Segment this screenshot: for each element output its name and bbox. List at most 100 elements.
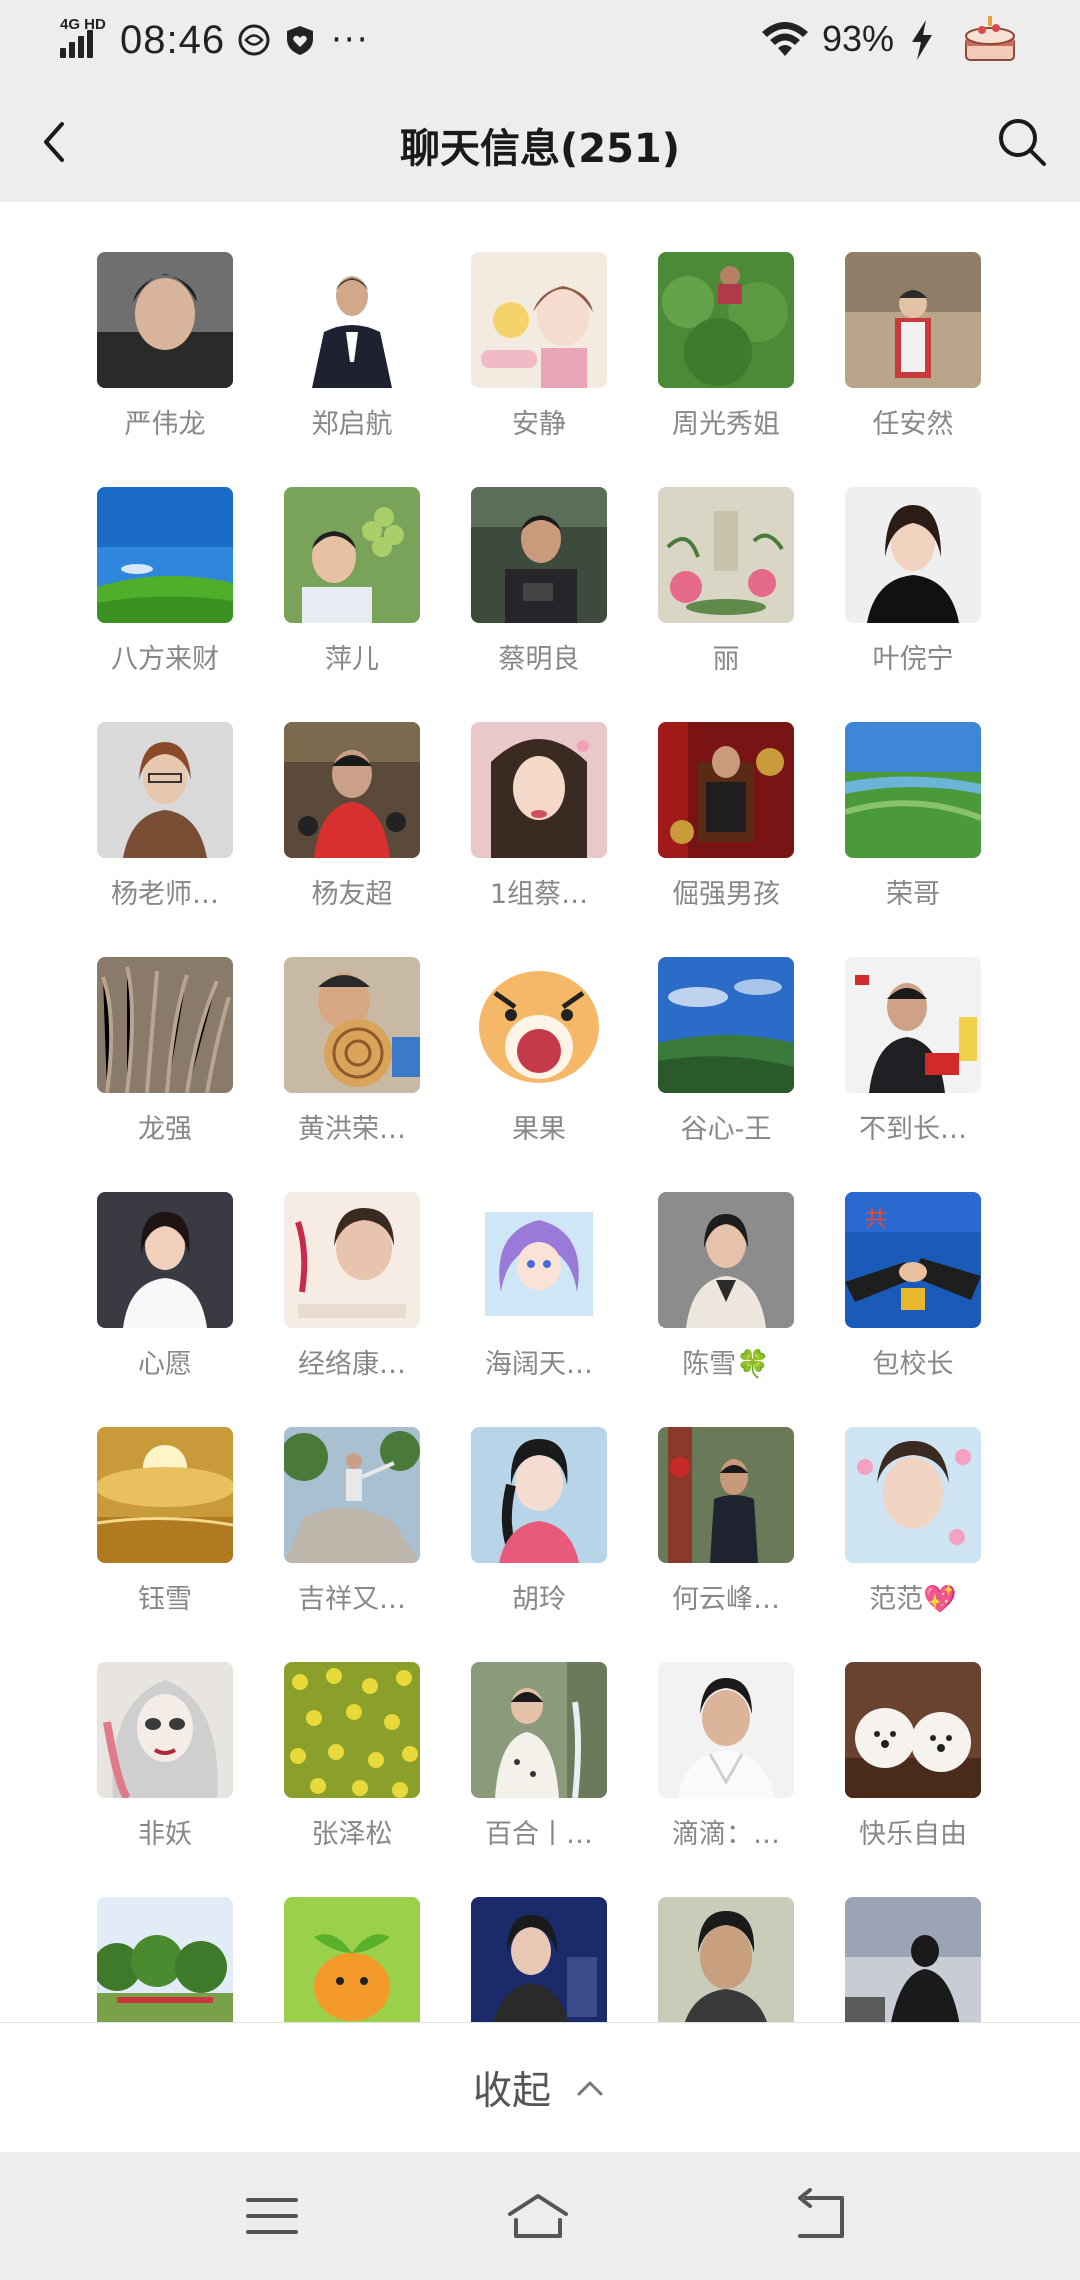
member-item[interactable]: 胡玲 (446, 1427, 632, 1627)
avatar[interactable] (845, 252, 981, 388)
avatar[interactable] (284, 722, 420, 858)
collapse-button[interactable]: 收起 (0, 2022, 1080, 2152)
member-name: 杨友超 (311, 879, 393, 910)
member-item[interactable]: 滴滴：… (633, 1662, 819, 1862)
home-icon[interactable] (506, 2184, 570, 2248)
avatar[interactable] (845, 722, 981, 858)
member-item[interactable]: 严伟龙 (72, 252, 258, 452)
member-item[interactable]: 1组蔡… (446, 722, 632, 922)
member-item[interactable]: 安静 (446, 252, 632, 452)
avatar[interactable] (845, 957, 981, 1093)
network-type: 4G HD (60, 16, 106, 33)
member-item[interactable]: 倔强男孩 (633, 722, 819, 922)
battery-percent: 93% (822, 18, 895, 59)
member-item[interactable]: 非妖 (72, 1662, 258, 1862)
avatar[interactable] (471, 1897, 607, 2022)
avatar[interactable] (658, 1427, 794, 1563)
wifi-icon (762, 22, 808, 56)
member-item[interactable]: 萍儿 (259, 487, 445, 687)
avatar[interactable] (658, 1897, 794, 2022)
avatar[interactable]: 共 (845, 1192, 981, 1328)
member-item[interactable]: 黄洪荣… (259, 957, 445, 1157)
member-name: 叶俒宁 (872, 644, 954, 675)
member-item[interactable]: 海阔天… (446, 1192, 632, 1392)
avatar[interactable] (471, 252, 607, 388)
member-item[interactable]: 心愿 (72, 1192, 258, 1392)
avatar[interactable] (845, 487, 981, 623)
member-name: 八方来财 (111, 644, 219, 675)
member-item[interactable]: 范范💖 (820, 1427, 1006, 1627)
avatar[interactable] (471, 1662, 607, 1798)
avatar[interactable] (284, 1897, 420, 2022)
avatar[interactable] (471, 1427, 607, 1563)
avatar[interactable] (658, 1192, 794, 1328)
member-name: 严伟龙 (124, 409, 206, 440)
member-item[interactable]: 丽 (633, 487, 819, 687)
avatar[interactable] (658, 1662, 794, 1798)
avatar[interactable] (97, 722, 233, 858)
member-item[interactable]: 吉祥又… (259, 1427, 445, 1627)
status-left: 4G HD 08:46 ··· (58, 12, 370, 68)
member-item[interactable]: 八方来财 (72, 487, 258, 687)
avatar[interactable] (471, 722, 607, 858)
member-item[interactable]: 任安然 (820, 252, 1006, 452)
avatar[interactable] (284, 487, 420, 623)
avatar[interactable] (97, 1427, 233, 1563)
search-button[interactable] (992, 112, 1052, 172)
member-item[interactable]: 龙强 (72, 957, 258, 1157)
member-name: 荣哥 (886, 879, 940, 910)
menu-icon[interactable] (240, 2184, 304, 2248)
member-item[interactable]: 周光秀姐 (633, 252, 819, 452)
member-item[interactable] (633, 1897, 819, 2022)
avatar[interactable] (471, 1192, 607, 1328)
avatar[interactable] (97, 1897, 233, 2022)
member-item[interactable]: 快乐自由 (820, 1662, 1006, 1862)
avatar[interactable] (845, 1897, 981, 2022)
member-item[interactable]: 果果 (446, 957, 632, 1157)
avatar[interactable] (658, 252, 794, 388)
avatar[interactable] (845, 1427, 981, 1563)
avatar[interactable] (845, 1662, 981, 1798)
avatar[interactable] (658, 487, 794, 623)
member-item[interactable] (446, 1897, 632, 2022)
avatar[interactable] (97, 1662, 233, 1798)
member-name: 倔强男孩 (672, 879, 780, 910)
back-icon[interactable] (790, 2184, 854, 2248)
avatar[interactable] (658, 722, 794, 858)
member-item[interactable]: 谷心-王 (633, 957, 819, 1157)
member-name: 黄洪荣… (298, 1114, 406, 1145)
member-item[interactable]: 陈雪🍀 (633, 1192, 819, 1392)
member-item[interactable] (259, 1897, 445, 2022)
avatar[interactable] (284, 1427, 420, 1563)
avatar[interactable] (97, 252, 233, 388)
avatar[interactable] (471, 957, 607, 1093)
member-item[interactable]: 钰雪 (72, 1427, 258, 1627)
member-item[interactable]: 不到长… (820, 957, 1006, 1157)
avatar[interactable] (658, 957, 794, 1093)
avatar[interactable] (97, 957, 233, 1093)
member-item[interactable]: 经络康… (259, 1192, 445, 1392)
member-item[interactable]: 杨老师… (72, 722, 258, 922)
member-item[interactable]: 荣哥 (820, 722, 1006, 922)
member-item[interactable]: 叶俒宁 (820, 487, 1006, 687)
member-item[interactable]: 何云峰… (633, 1427, 819, 1627)
status-time: 08:46 (120, 17, 226, 62)
member-name: 滴滴：… (672, 1819, 780, 1850)
member-item[interactable]: 张泽松 (259, 1662, 445, 1862)
member-name: 范范💖 (869, 1584, 957, 1615)
avatar[interactable] (97, 487, 233, 623)
avatar[interactable] (284, 1662, 420, 1798)
member-item[interactable]: 共 包校长 (820, 1192, 1006, 1392)
avatar[interactable] (284, 1192, 420, 1328)
avatar[interactable] (471, 487, 607, 623)
member-item[interactable]: 蔡明良 (446, 487, 632, 687)
member-item[interactable]: 郑启航 (259, 252, 445, 452)
member-item[interactable]: 杨友超 (259, 722, 445, 922)
member-item[interactable]: 百合丨… (446, 1662, 632, 1862)
avatar[interactable] (284, 252, 420, 388)
avatar[interactable] (284, 957, 420, 1093)
member-item[interactable] (820, 1897, 1006, 2022)
avatar[interactable] (97, 1192, 233, 1328)
member-name: 非妖 (138, 1819, 192, 1850)
member-item[interactable] (72, 1897, 258, 2022)
